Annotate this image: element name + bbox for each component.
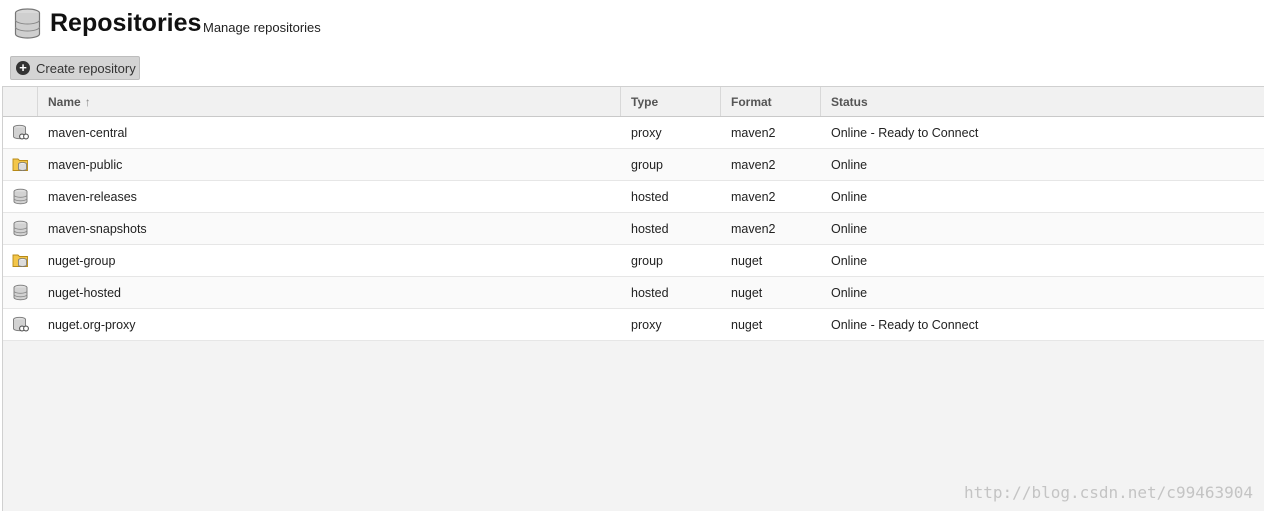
repository-status: Online bbox=[831, 189, 868, 204]
page-title: Repositories bbox=[50, 9, 202, 37]
page-header: Repositories Manage repositories bbox=[0, 0, 1264, 52]
proxy-repo-icon bbox=[3, 309, 38, 340]
create-repository-label: Create repository bbox=[36, 60, 136, 76]
proxy-repo-icon bbox=[3, 117, 38, 148]
repository-format: maven2 bbox=[731, 125, 776, 140]
repository-name: maven-public bbox=[48, 157, 123, 172]
table-row[interactable]: nuget.org-proxy proxy nuget Online - Ready … bbox=[3, 309, 1264, 341]
repository-name: maven-central bbox=[48, 125, 128, 140]
repository-name: nuget.org-proxy bbox=[48, 317, 136, 332]
repository-type: proxy bbox=[631, 125, 662, 140]
table-row[interactable]: maven-public group maven2 Online bbox=[3, 149, 1264, 181]
hosted-repo-icon bbox=[3, 277, 38, 308]
repository-type: group bbox=[631, 253, 663, 268]
create-repository-button[interactable]: + Create repository bbox=[10, 56, 140, 80]
column-header-format[interactable]: Format bbox=[721, 87, 821, 116]
repository-format: maven2 bbox=[731, 157, 776, 172]
hosted-repo-icon bbox=[3, 213, 38, 244]
repository-format: nuget bbox=[731, 317, 763, 332]
repository-status: Online bbox=[831, 157, 868, 172]
repository-format: nuget bbox=[731, 285, 763, 300]
hosted-repo-icon bbox=[3, 181, 38, 212]
table-row[interactable]: maven-releases hosted maven2 Online bbox=[3, 181, 1264, 213]
repository-format: nuget bbox=[731, 253, 763, 268]
sort-ascending-icon: ↑ bbox=[84, 94, 91, 109]
repository-name: maven-releases bbox=[48, 189, 137, 204]
database-icon bbox=[14, 8, 41, 39]
repository-type: hosted bbox=[631, 221, 669, 236]
page-subtitle: Manage repositories bbox=[203, 20, 321, 35]
toolbar: + Create repository bbox=[0, 52, 1264, 86]
group-repo-icon bbox=[3, 245, 38, 276]
repository-status: Online bbox=[831, 253, 868, 268]
repository-status: Online bbox=[831, 221, 868, 236]
repository-type: hosted bbox=[631, 285, 669, 300]
icon-column-header bbox=[3, 87, 38, 116]
repository-format: maven2 bbox=[731, 221, 776, 236]
column-header-type[interactable]: Type bbox=[621, 87, 721, 116]
table-row[interactable]: maven-snapshots hosted maven2 Online bbox=[3, 213, 1264, 245]
table-row[interactable]: maven-central proxy maven2 Online - Ready t… bbox=[3, 117, 1264, 149]
column-header-status[interactable]: Status bbox=[821, 87, 1264, 116]
grid-header: Name ↑ Type Format Status bbox=[3, 86, 1264, 117]
table-row[interactable]: nuget-group group nuget Online bbox=[3, 245, 1264, 277]
repository-name: maven-snapshots bbox=[48, 221, 147, 236]
column-header-name[interactable]: Name ↑ bbox=[38, 87, 621, 116]
repository-type: hosted bbox=[631, 189, 669, 204]
table-row[interactable]: nuget-hosted hosted nuget Online bbox=[3, 277, 1264, 309]
repository-name: nuget-group bbox=[48, 253, 116, 268]
repository-status: Online - Ready to Connect bbox=[831, 317, 979, 332]
repository-status: Online bbox=[831, 285, 868, 300]
repository-type: group bbox=[631, 157, 663, 172]
repository-name: nuget-hosted bbox=[48, 285, 121, 300]
group-repo-icon bbox=[3, 149, 38, 180]
grid-body: maven-central proxy maven2 Online - Ready t… bbox=[3, 117, 1264, 341]
repository-status: Online - Ready to Connect bbox=[831, 125, 979, 140]
repositories-grid: Name ↑ Type Format Status maven-central p… bbox=[2, 86, 1264, 511]
repository-format: maven2 bbox=[731, 189, 776, 204]
watermark: http://blog.csdn.net/c99463904 bbox=[964, 483, 1253, 502]
repository-type: proxy bbox=[631, 317, 662, 332]
plus-circle-icon: + bbox=[16, 61, 30, 75]
